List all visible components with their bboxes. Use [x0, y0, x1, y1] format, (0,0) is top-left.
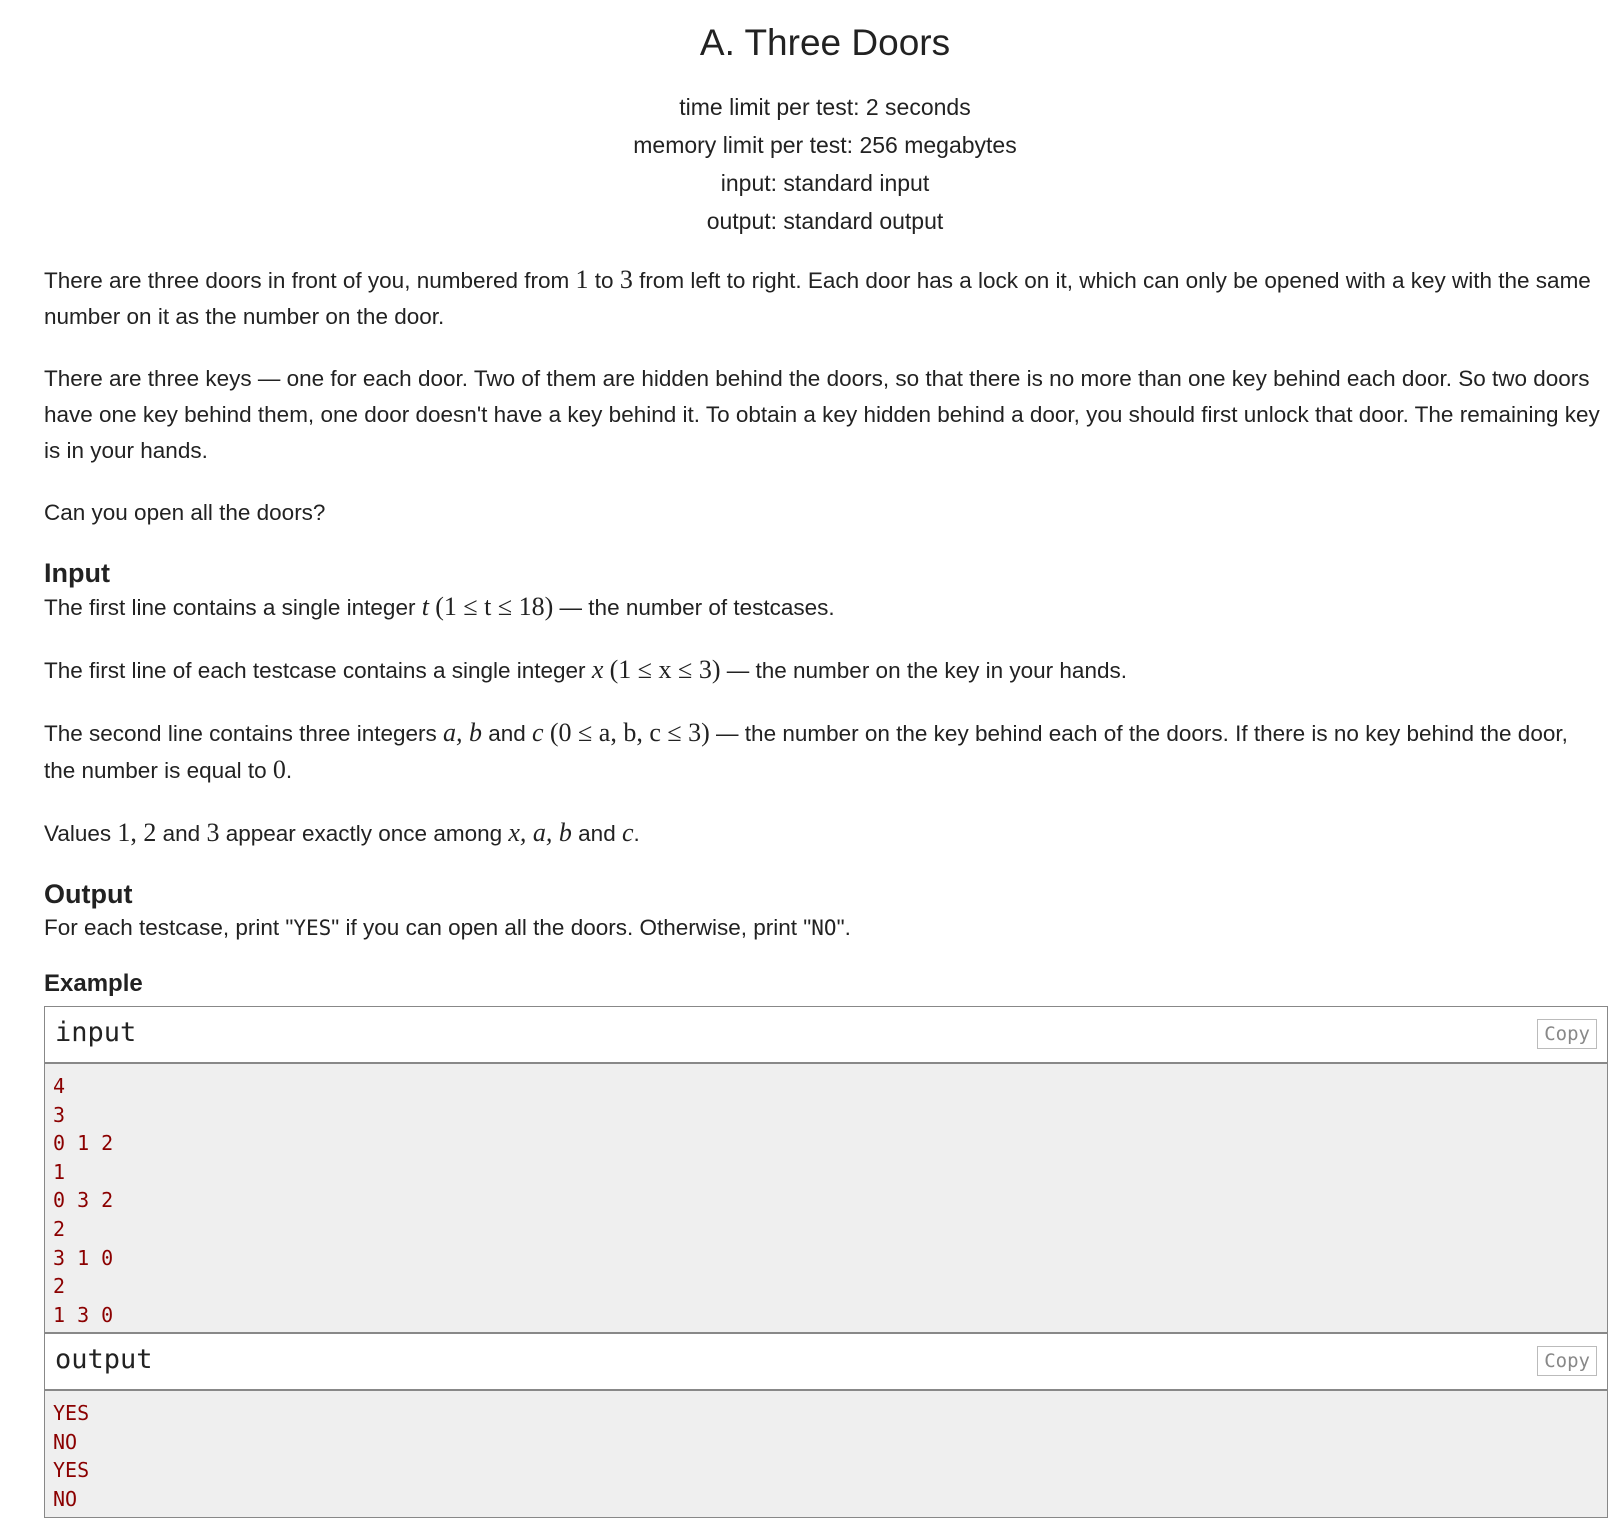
- example-line: 2: [53, 1216, 66, 1241]
- example-heading: Example: [44, 970, 143, 997]
- input-paragraph: The second line contains three integers …: [44, 718, 1568, 784]
- example-input-content: 4 3 0 1 2 1 0 3 2 2 3 1 0 2 1 3 0: [45, 1064, 1607, 1334]
- output-heading: Output: [44, 879, 133, 909]
- input-source: input: standard input: [720, 170, 930, 196]
- problem-statement: There are three doors in front of you, n…: [44, 262, 1604, 972]
- input-paragraph: The first line of each testcase contains…: [44, 655, 1127, 684]
- example-line: 4: [53, 1074, 66, 1098]
- example-output-content: YES NO YES NO: [45, 1391, 1607, 1518]
- example-line: NO: [53, 1429, 78, 1454]
- problem-title: A. Three Doors: [699, 22, 951, 63]
- example-line: 3 1 0: [53, 1245, 114, 1270]
- example-line: 1: [53, 1159, 66, 1184]
- example-line: YES: [53, 1401, 90, 1425]
- legend-paragraph: There are three keys — one for each door…: [44, 366, 1600, 463]
- example-line: 0 1 2: [53, 1131, 114, 1156]
- input-heading: Input: [44, 558, 110, 588]
- legend-paragraph: Can you open all the doors?: [44, 500, 326, 525]
- example-line: 3: [53, 1102, 66, 1127]
- problem-limits: time limit per test: 2 seconds memory li…: [0, 88, 1624, 240]
- legend-paragraph: There are three doors in front of you, n…: [44, 265, 1591, 329]
- copy-input-button[interactable]: Copy: [1537, 1019, 1597, 1049]
- copy-output-button[interactable]: Copy: [1537, 1346, 1597, 1376]
- time-limit: time limit per test: 2 seconds: [679, 94, 971, 120]
- example-output-box: output Copy YES NO YES NO: [44, 1332, 1608, 1519]
- output-label: output: [55, 1344, 153, 1375]
- example-line: 0 3 2: [53, 1188, 114, 1213]
- example-input-box: input Copy 4 3 0 1 2 1 0 3 2 2 3 1 0 2 1 3 0: [44, 1006, 1608, 1335]
- memory-limit: memory limit per test: 256 megabytes: [633, 132, 1017, 158]
- example-line: YES: [53, 1458, 90, 1483]
- output-paragraph: For each testcase, print "YES" if you ca…: [44, 915, 851, 940]
- example-input-header: input Copy: [45, 1007, 1607, 1064]
- example-line: NO: [53, 1486, 78, 1511]
- example-line: 1 3 0: [53, 1302, 114, 1327]
- input-paragraph: The first line contains a single integer…: [44, 592, 835, 621]
- example-output-header: output Copy: [45, 1332, 1607, 1391]
- output-source: output: standard output: [706, 208, 944, 234]
- input-paragraph: Values 1, 2 and 3 appear exactly once am…: [44, 818, 640, 847]
- input-label: input: [55, 1017, 137, 1048]
- example-line: 2: [53, 1274, 66, 1299]
